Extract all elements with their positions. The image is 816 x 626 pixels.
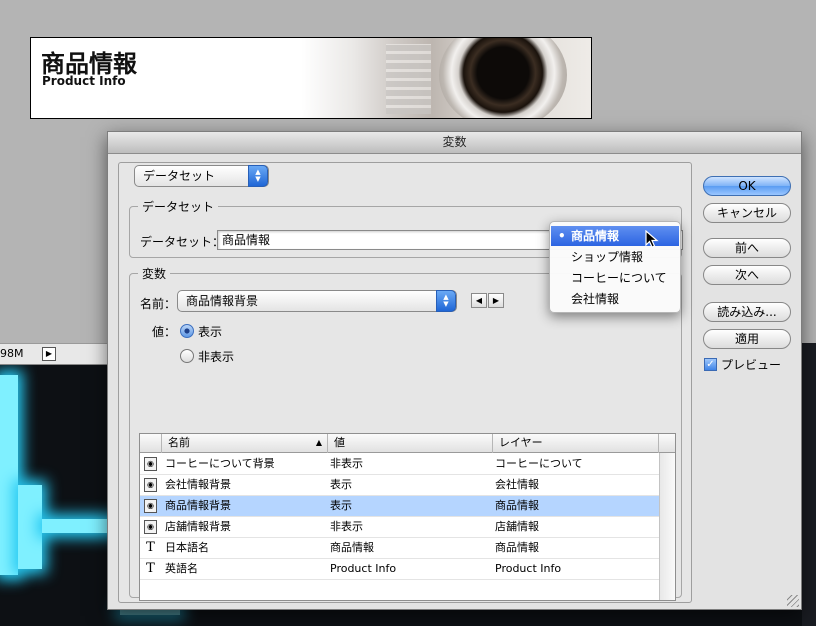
- table-header-layer[interactable]: レイヤー: [493, 434, 659, 453]
- row-name: コーヒーについて背景: [165, 457, 275, 470]
- dataset-field-label: データセット：: [140, 235, 225, 249]
- table-header-icon-column: [140, 434, 162, 453]
- row-name: 店舗情報背景: [165, 520, 231, 533]
- table-row[interactable]: ◉ 店舗情報背景 非表示 店舗情報: [140, 517, 659, 538]
- status-menu-arrow-icon[interactable]: ▶: [42, 347, 56, 361]
- text-type-icon: T: [146, 540, 155, 555]
- row-layer: 店舗情報: [495, 520, 539, 533]
- variables-dialog: 変数 データセット ▲ ▼ データセット データセット： 商品情報 変数 名前： …: [107, 131, 802, 610]
- apply-button[interactable]: 適用: [703, 329, 791, 349]
- table-scrollbar[interactable]: [659, 453, 675, 600]
- canvas-edge: [802, 0, 816, 343]
- row-value: 非表示: [330, 457, 363, 470]
- banner-subtitle: Product Info: [42, 74, 126, 88]
- table-header-name-label: 名前: [168, 436, 190, 449]
- row-value: 表示: [330, 499, 352, 512]
- row-layer: 商品情報: [495, 499, 539, 512]
- menu-item-label: ショップ情報: [571, 250, 644, 264]
- selected-bullet-icon: •: [558, 229, 566, 243]
- menu-item-shop-info[interactable]: ショップ情報: [551, 247, 679, 267]
- variable-name-value: 商品情報背景: [186, 294, 259, 308]
- mouse-pointer-icon: [645, 230, 659, 248]
- document-size-readout: 98M: [0, 347, 24, 360]
- previous-variable-arrow-icon[interactable]: ◀: [471, 293, 487, 308]
- eye-icon: ◉: [144, 457, 157, 471]
- row-name: 商品情報背景: [165, 499, 231, 512]
- neon-glow-shape: [0, 375, 18, 575]
- popup-arrows-icon: ▲ ▼: [436, 290, 456, 312]
- coffee-cup-image: [439, 38, 567, 118]
- eye-icon: ◉: [144, 499, 157, 513]
- table-row[interactable]: ◉ 会社情報背景 表示 会社情報: [140, 475, 659, 496]
- preview-label: プレビュー: [721, 358, 782, 372]
- load-button[interactable]: 読み込み...: [703, 302, 791, 322]
- product-info-banner: 商品情報 Product Info: [30, 37, 592, 119]
- banner-bookshelf-image: [386, 44, 431, 114]
- cancel-button[interactable]: キャンセル: [703, 203, 791, 223]
- dataset-dropdown-menu: • 商品情報 ショップ情報 コーヒーについて 会社情報: [549, 221, 681, 313]
- document-status-bar: 98M ▶: [0, 343, 107, 365]
- row-layer: 商品情報: [495, 541, 539, 554]
- radio-hide-label: 非表示: [198, 350, 235, 364]
- dataset-group-label: データセット: [138, 198, 219, 215]
- row-name: 会社情報背景: [165, 478, 231, 491]
- next-button[interactable]: 次へ: [703, 265, 791, 285]
- table-row[interactable]: ◉ コーヒーについて背景 非表示 コーヒーについて: [140, 454, 659, 475]
- menu-item-label: 商品情報: [571, 229, 620, 243]
- row-value: 表示: [330, 478, 352, 491]
- radio-hide[interactable]: [180, 349, 194, 363]
- canvas-edge-dark: [802, 343, 816, 626]
- resize-grip-icon[interactable]: [787, 595, 799, 607]
- menu-item-product-info[interactable]: • 商品情報: [551, 226, 679, 246]
- variable-group-label: 変数: [138, 265, 171, 282]
- eye-icon: ◉: [144, 478, 157, 492]
- variable-name-popup[interactable]: 商品情報背景 ▲ ▼: [177, 290, 457, 312]
- table-row[interactable]: T 日本語名 商品情報 商品情報: [140, 538, 659, 559]
- table-header-value[interactable]: 値: [328, 434, 493, 453]
- variable-value-label: 値：: [152, 325, 177, 339]
- row-layer: 会社情報: [495, 478, 539, 491]
- variables-table: 名前 ▲ 値 レイヤー ◉ コーヒーについて背景 非表示 コーヒーについて ◉ …: [139, 433, 676, 601]
- radio-show[interactable]: [180, 324, 194, 338]
- menu-item-label: コーヒーについて: [571, 271, 667, 285]
- row-layer: Product Info: [495, 562, 562, 575]
- mode-popup[interactable]: データセット ▲ ▼: [134, 165, 269, 187]
- variable-name-label: 名前：: [140, 297, 177, 311]
- row-name: 日本語名: [165, 541, 209, 554]
- row-value: 商品情報: [330, 541, 374, 554]
- neon-glow-shape: [18, 485, 42, 569]
- dialog-title[interactable]: 変数: [108, 132, 801, 154]
- text-type-icon: T: [146, 561, 155, 576]
- previous-button[interactable]: 前へ: [703, 238, 791, 258]
- menu-item-company-info[interactable]: 会社情報: [551, 289, 679, 309]
- popup-arrows-icon: ▲ ▼: [248, 165, 268, 187]
- table-row[interactable]: T 英語名 Product Info Product Info: [140, 559, 659, 580]
- eye-icon: ◉: [144, 520, 157, 534]
- mode-popup-label: データセット: [143, 169, 216, 183]
- row-value: 非表示: [330, 520, 363, 533]
- menu-item-about-coffee[interactable]: コーヒーについて: [551, 268, 679, 288]
- row-value: Product Info: [330, 562, 397, 575]
- preview-checkbox[interactable]: ✓: [704, 358, 717, 371]
- menu-item-label: 会社情報: [571, 292, 620, 306]
- row-layer: コーヒーについて: [495, 457, 583, 470]
- row-name: 英語名: [165, 562, 198, 575]
- table-header: 名前 ▲ 値 レイヤー: [140, 434, 675, 453]
- table-row-selected[interactable]: ◉ 商品情報背景 表示 商品情報: [140, 496, 659, 517]
- radio-show-label: 表示: [198, 325, 223, 339]
- sort-ascending-icon: ▲: [315, 438, 322, 447]
- table-header-name[interactable]: 名前 ▲: [162, 434, 328, 453]
- ok-button[interactable]: OK: [703, 176, 791, 196]
- next-variable-arrow-icon[interactable]: ▶: [488, 293, 504, 308]
